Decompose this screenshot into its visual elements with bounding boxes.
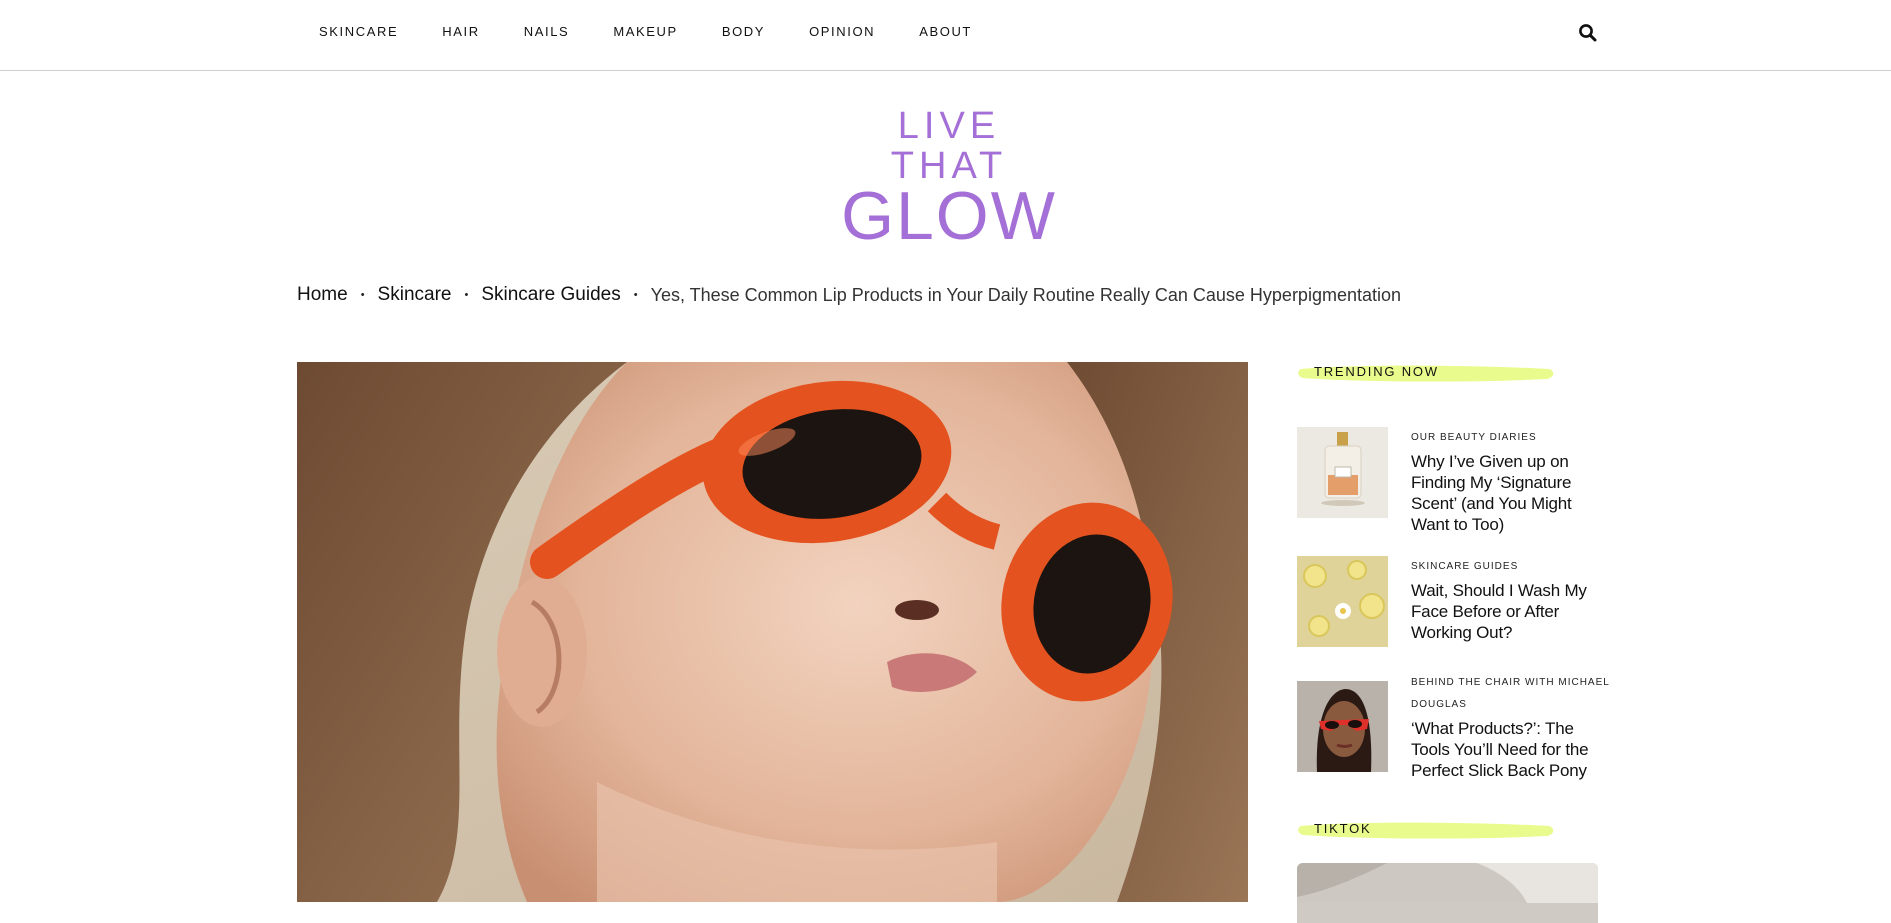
- nav-item-makeup[interactable]: MAKEUP: [613, 24, 678, 39]
- trending-category[interactable]: OUR BEAUTY DIARIES: [1411, 427, 1611, 449]
- trending-category[interactable]: SKINCARE GUIDES: [1411, 556, 1611, 578]
- breadcrumb-separator: •: [633, 289, 638, 301]
- breadcrumb-separator: •: [360, 289, 365, 301]
- trending-text: SKINCARE GUIDES Wait, Should I Wash My F…: [1411, 556, 1611, 643]
- nav-item-skincare[interactable]: SKINCARE: [319, 24, 398, 39]
- trending-title[interactable]: Wait, Should I Wash My Face Before or Af…: [1411, 580, 1611, 643]
- search-button[interactable]: [1578, 23, 1598, 43]
- breadcrumb-current-page: Yes, These Common Lip Products in Your D…: [650, 284, 1402, 305]
- breadcrumb: Home • Skincare • Skincare Guides • Yes,…: [297, 284, 1401, 306]
- breadcrumb-skincare[interactable]: Skincare: [378, 284, 452, 306]
- nav-item-opinion[interactable]: OPINION: [809, 24, 875, 39]
- nav-item-hair[interactable]: HAIR: [442, 24, 479, 39]
- nav-item-nails[interactable]: NAILS: [524, 24, 570, 39]
- tiktok-header: TIKTOK: [1297, 818, 1557, 840]
- nav-item-about[interactable]: ABOUT: [919, 24, 972, 39]
- tiktok-title: TIKTOK: [1314, 821, 1372, 836]
- tiktok-video-embed[interactable]: [1297, 863, 1598, 923]
- trending-title[interactable]: Why I’ve Given up on Finding My ‘Signatu…: [1411, 451, 1611, 535]
- top-navigation: SKINCARE HAIR NAILS MAKEUP BODY OPINION …: [0, 0, 1891, 71]
- trending-now-title: TRENDING NOW: [1314, 364, 1439, 379]
- logo-line-2: GLOW: [841, 178, 1057, 254]
- lemon-slices-image: [1297, 556, 1388, 647]
- breadcrumb-home[interactable]: Home: [297, 284, 348, 306]
- perfume-bottle-image: [1297, 427, 1388, 518]
- trending-now-header: TRENDING NOW: [1297, 361, 1557, 383]
- nav-menu: SKINCARE HAIR NAILS MAKEUP BODY OPINION …: [319, 24, 1016, 39]
- trending-title[interactable]: ‘What Products?’: The Tools You’ll Need …: [1411, 718, 1611, 781]
- trending-thumbnail[interactable]: [1297, 427, 1388, 518]
- logo-line-1: LIVE THAT: [890, 105, 1008, 187]
- trending-thumbnail[interactable]: [1297, 556, 1388, 647]
- site-logo[interactable]: LIVE THAT GLOW: [838, 106, 1060, 250]
- trending-thumbnail[interactable]: [1297, 681, 1388, 772]
- hero-image: [297, 362, 1248, 902]
- nav-item-body[interactable]: BODY: [722, 24, 765, 39]
- woman-sunglasses-illustration: [297, 362, 1248, 902]
- breadcrumb-skincare-guides[interactable]: Skincare Guides: [481, 284, 620, 306]
- trending-text: BEHIND THE CHAIR WITH MICHAEL DOUGLAS ‘W…: [1411, 672, 1611, 781]
- breadcrumb-separator: •: [464, 289, 469, 301]
- woman-red-glasses-image: [1297, 681, 1388, 772]
- trending-text: OUR BEAUTY DIARIES Why I’ve Given up on …: [1411, 427, 1611, 535]
- trending-category[interactable]: BEHIND THE CHAIR WITH MICHAEL DOUGLAS: [1411, 672, 1611, 716]
- search-icon: [1579, 24, 1597, 42]
- tiktok-video-thumbnail: [1297, 863, 1598, 903]
